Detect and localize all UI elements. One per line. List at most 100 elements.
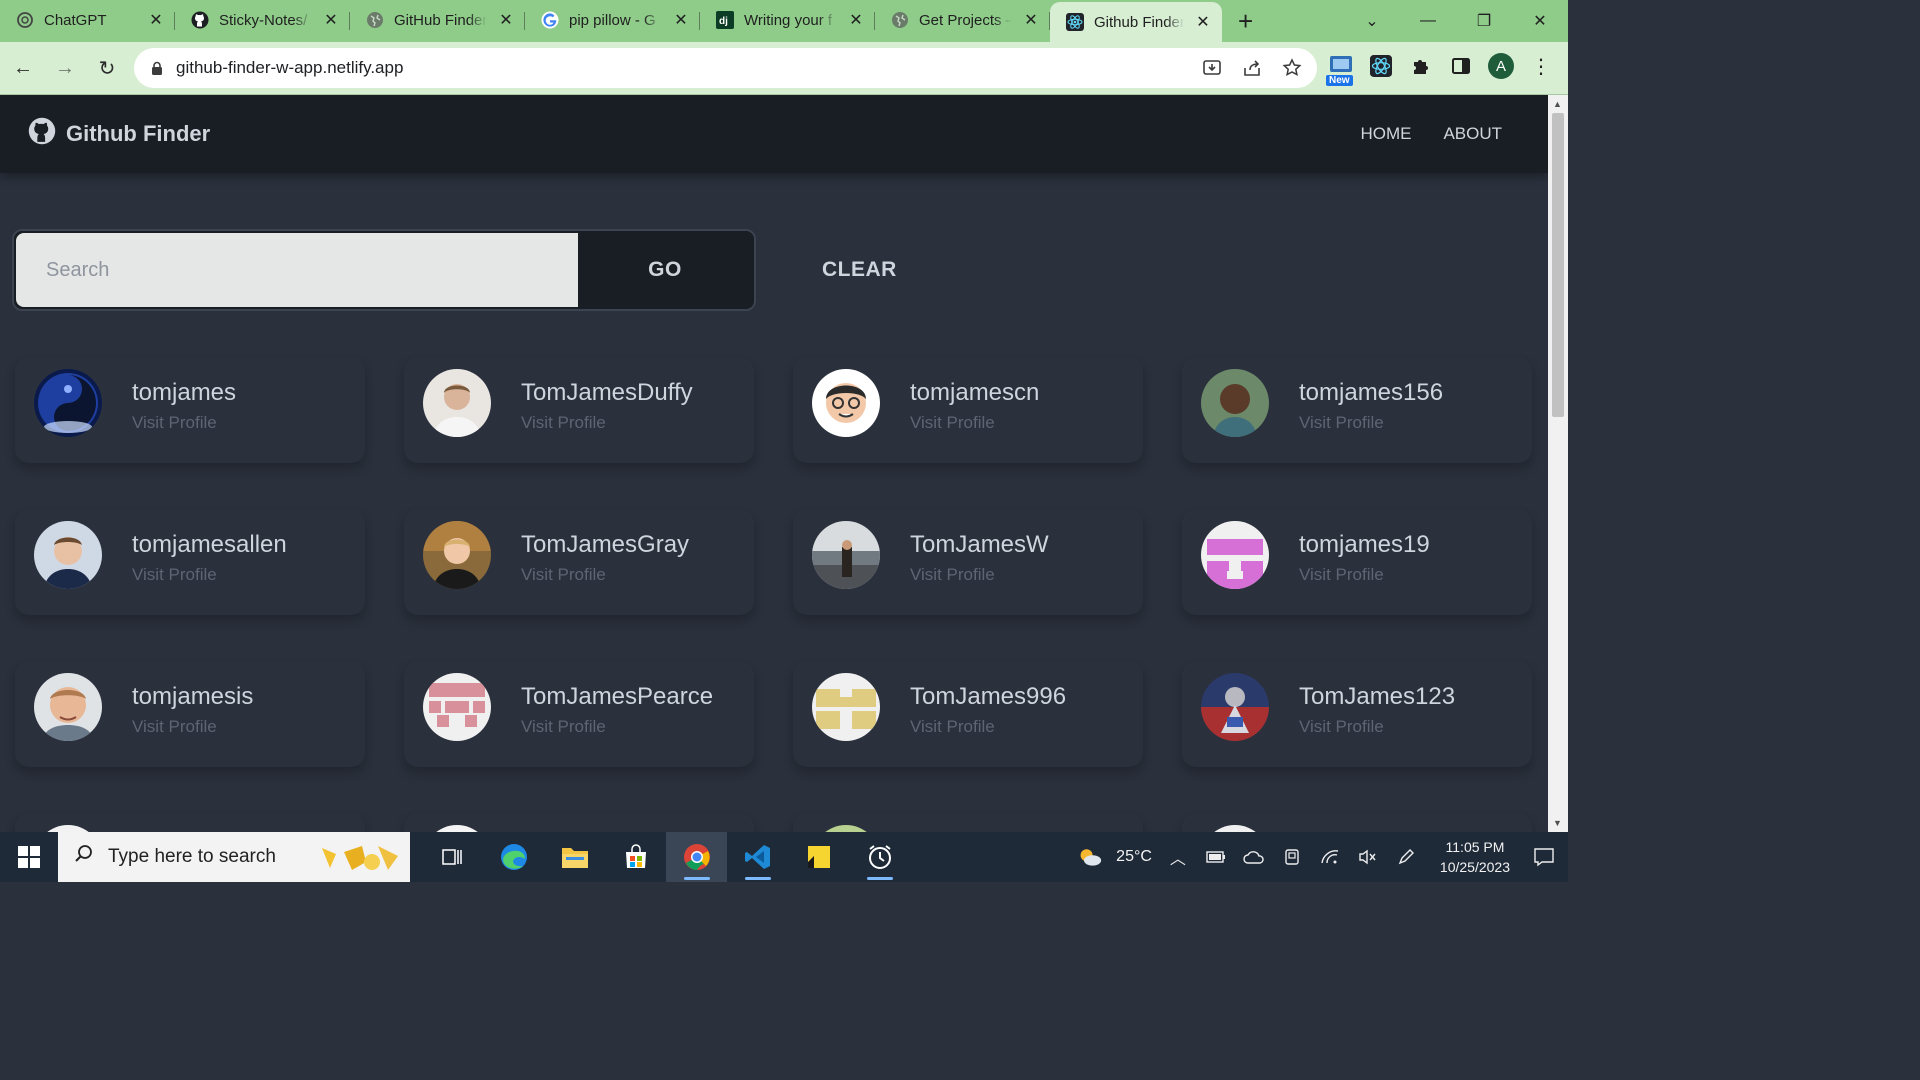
new-tab-icon[interactable]: + <box>1238 8 1253 34</box>
address-bar[interactable]: github-finder-w-app.netlify.app <box>134 48 1317 88</box>
username[interactable]: TomJamesDuffy <box>521 379 693 407</box>
visit-profile-link[interactable]: Visit Profile <box>910 413 995 433</box>
visit-profile-link[interactable]: Visit Profile <box>1299 717 1384 737</box>
username[interactable]: tomjames <box>132 379 236 407</box>
close-icon[interactable]: ✕ <box>672 10 690 30</box>
username[interactable]: TomJames123 <box>1299 683 1455 711</box>
avatar[interactable] <box>34 521 102 589</box>
username[interactable]: tomjamescn <box>910 379 1039 407</box>
visit-profile-link[interactable]: Visit Profile <box>521 565 606 585</box>
chrome-menu-icon[interactable]: ⋮ <box>1528 52 1554 80</box>
weather-icon[interactable] <box>1078 845 1102 869</box>
avatar[interactable] <box>812 673 880 741</box>
close-icon[interactable]: ✕ <box>1194 12 1212 32</box>
volume-muted-icon[interactable] <box>1356 849 1380 865</box>
avatar[interactable] <box>423 673 491 741</box>
username[interactable]: TomJames996 <box>910 683 1066 711</box>
taskbar-search-box[interactable]: Type here to search <box>58 832 410 882</box>
lock-icon[interactable] <box>150 61 164 75</box>
nav-about-link[interactable]: ABOUT <box>1443 124 1502 144</box>
username[interactable]: TomJamesGray <box>521 531 689 559</box>
scroll-down-icon[interactable]: ▼ <box>1553 818 1562 828</box>
go-button[interactable]: GO <box>578 233 752 307</box>
weather-temperature[interactable]: 25°C <box>1116 848 1152 866</box>
close-icon[interactable]: ✕ <box>847 10 865 30</box>
vscode-icon[interactable] <box>727 832 788 882</box>
restore-icon[interactable]: ❐ <box>1456 11 1512 31</box>
task-view-icon[interactable] <box>422 832 483 882</box>
avatar[interactable] <box>812 369 880 437</box>
system-clock[interactable]: 11:05 PM 10/25/2023 <box>1440 837 1510 877</box>
username[interactable]: tomjamesallen <box>132 531 287 559</box>
meet-now-icon[interactable] <box>1280 848 1304 866</box>
browser-tab[interactable]: Get Projects – ✕ <box>875 2 1050 38</box>
wifi-icon[interactable] <box>1318 849 1342 865</box>
visit-profile-link[interactable]: Visit Profile <box>132 717 217 737</box>
browser-tab[interactable]: pip pillow - G ✕ <box>525 2 700 38</box>
url-text[interactable]: github-finder-w-app.netlify.app <box>176 58 403 78</box>
username[interactable]: tomjames19 <box>1299 531 1430 559</box>
close-icon[interactable]: ✕ <box>497 10 515 30</box>
file-explorer-icon[interactable] <box>544 832 605 882</box>
browser-tab[interactable]: Sticky-Notes/ ✕ <box>175 2 350 38</box>
reload-icon[interactable]: ↻ <box>88 56 126 81</box>
avatar[interactable] <box>812 521 880 589</box>
chevron-up-icon[interactable]: ︿ <box>1166 845 1190 869</box>
browser-tab-active[interactable]: Github Finder ✕ <box>1050 2 1222 42</box>
close-icon[interactable]: ✕ <box>147 10 165 30</box>
page-scrollbar[interactable]: ▲ ▼ <box>1548 95 1568 832</box>
avatar[interactable] <box>1201 369 1269 437</box>
visit-profile-link[interactable]: Visit Profile <box>132 565 217 585</box>
forward-icon[interactable]: → <box>46 57 84 80</box>
visit-profile-link[interactable]: Visit Profile <box>1299 565 1384 585</box>
username[interactable]: tomjames156 <box>1299 379 1443 407</box>
alarms-clock-icon[interactable] <box>849 832 910 882</box>
side-panel-icon[interactable] <box>1448 52 1474 80</box>
close-icon[interactable]: ✕ <box>322 10 340 30</box>
avatar[interactable] <box>423 521 491 589</box>
back-icon[interactable]: ← <box>4 57 42 80</box>
scroll-up-icon[interactable]: ▲ <box>1553 99 1562 109</box>
edge-icon[interactable] <box>483 832 544 882</box>
visit-profile-link[interactable]: Visit Profile <box>132 413 217 433</box>
visit-profile-link[interactable]: Visit Profile <box>521 717 606 737</box>
bookmark-star-icon[interactable] <box>1281 58 1303 78</box>
close-window-icon[interactable]: ✕ <box>1512 11 1568 31</box>
react-devtools-icon[interactable] <box>1368 52 1394 80</box>
notifications-icon[interactable] <box>1532 847 1556 867</box>
browser-tab[interactable]: ChatGPT ✕ <box>0 2 175 38</box>
minimize-icon[interactable]: — <box>1400 12 1456 30</box>
avatar[interactable] <box>1201 521 1269 589</box>
chrome-icon[interactable] <box>666 832 727 882</box>
tab-search-chevron-icon[interactable]: ⌄ <box>1344 11 1400 31</box>
install-app-icon[interactable] <box>1201 58 1223 78</box>
extension-new-icon[interactable]: New <box>1326 52 1354 86</box>
browser-tab[interactable]: dj Writing your f ✕ <box>700 2 875 38</box>
visit-profile-link[interactable]: Visit Profile <box>910 565 995 585</box>
username[interactable]: TomJamesPearce <box>521 683 713 711</box>
avatar[interactable] <box>34 673 102 741</box>
nav-home-link[interactable]: HOME <box>1360 124 1411 144</box>
visit-profile-link[interactable]: Visit Profile <box>1299 413 1384 433</box>
microsoft-store-icon[interactable] <box>605 832 666 882</box>
sticky-notes-icon[interactable] <box>788 832 849 882</box>
extensions-puzzle-icon[interactable] <box>1408 52 1434 80</box>
profile-avatar[interactable]: A <box>1488 53 1514 79</box>
visit-profile-link[interactable]: Visit Profile <box>910 717 995 737</box>
brand[interactable]: Github Finder <box>28 117 210 151</box>
visit-profile-link[interactable]: Visit Profile <box>521 413 606 433</box>
pen-icon[interactable] <box>1394 848 1418 866</box>
avatar[interactable] <box>34 369 102 437</box>
avatar[interactable] <box>1201 673 1269 741</box>
clear-button[interactable]: CLEAR <box>822 258 897 282</box>
onedrive-icon[interactable] <box>1242 849 1266 865</box>
browser-tab[interactable]: GitHub Finder ✕ <box>350 2 525 38</box>
scrollbar-thumb[interactable] <box>1552 113 1564 417</box>
avatar[interactable] <box>423 369 491 437</box>
username[interactable]: TomJamesW <box>910 531 1049 559</box>
battery-icon[interactable] <box>1204 851 1228 863</box>
search-input[interactable] <box>16 233 578 307</box>
windows-start-icon[interactable] <box>0 846 58 868</box>
close-icon[interactable]: ✕ <box>1022 10 1040 30</box>
username[interactable]: tomjamesis <box>132 683 253 711</box>
